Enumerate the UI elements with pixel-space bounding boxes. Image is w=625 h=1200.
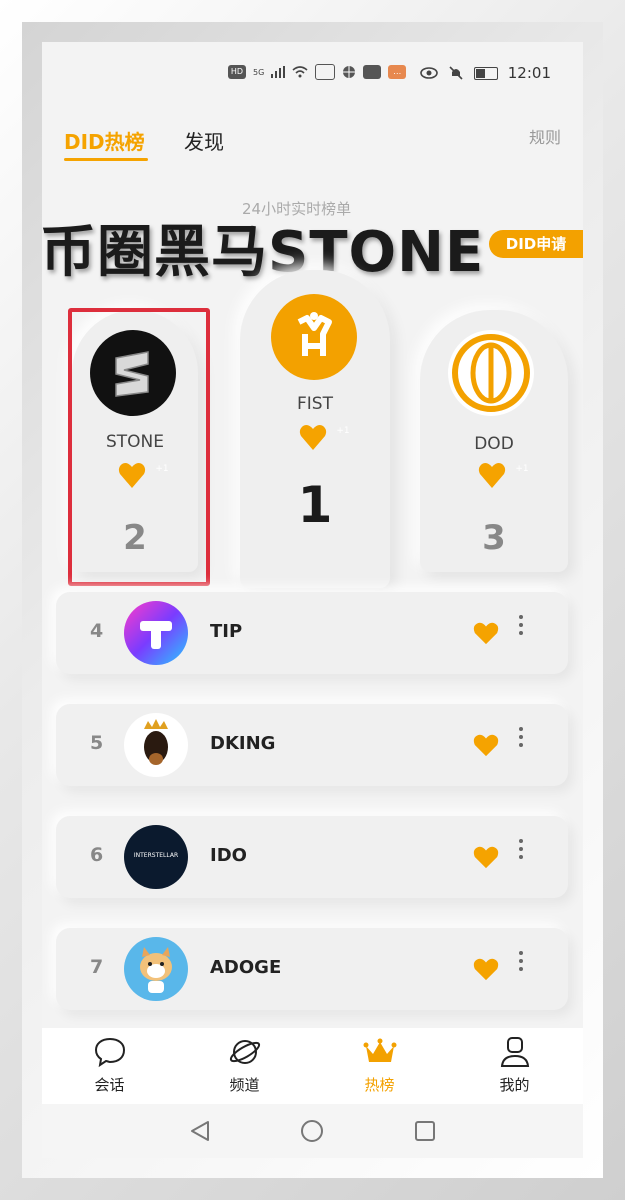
nav-hot[interactable]: 热榜 [312, 1028, 447, 1104]
nav-label: 会话 [94, 1076, 125, 1094]
more-options-icon[interactable] [518, 950, 524, 972]
row-rank: 7 [90, 956, 104, 978]
message-icon: … [388, 65, 407, 79]
row-name: ADOGE [210, 957, 282, 978]
eye-icon [419, 67, 438, 79]
podium-third[interactable]: DOD +1 3 [420, 310, 568, 572]
podium-rank: 1 [297, 476, 333, 534]
status-bar: HD 5G … 12:01 [42, 42, 583, 98]
recents-icon[interactable] [413, 1119, 437, 1143]
fist-avatar [271, 294, 357, 380]
system-nav-bar [42, 1104, 583, 1158]
list-item[interactable]: 4 TIP [56, 592, 568, 674]
vote-plus-label: +1 [336, 426, 350, 436]
dog-king-icon [144, 719, 168, 765]
battery-icon [473, 66, 498, 80]
podium-rank: 3 [482, 518, 506, 558]
nav-channel[interactable]: 频道 [177, 1028, 312, 1104]
ido-avatar: INTERSTELLAR [124, 825, 188, 889]
tab-discover[interactable]: 发现 [184, 126, 224, 155]
nav-chat[interactable]: 会话 [42, 1028, 177, 1104]
hd-icon: HD [228, 65, 246, 79]
nav-label: 热榜 [364, 1076, 395, 1094]
app-icon [315, 64, 336, 80]
tab-active-underline [64, 158, 148, 161]
basketball-icon [343, 66, 356, 78]
back-icon[interactable] [188, 1119, 212, 1143]
rules-link[interactable]: 规则 [529, 124, 561, 148]
tip-avatar [124, 601, 188, 665]
row-rank: 5 [90, 732, 104, 754]
row-rank: 4 [90, 620, 104, 642]
row-name: TIP [210, 621, 243, 642]
doge-icon [140, 947, 172, 993]
phone-screen: HD 5G … 12:01 DID热榜 发现 规则 24小时实时榜单 币圈黑马S… [42, 42, 583, 1158]
heart-icon[interactable]: +1 [298, 422, 350, 450]
podium-first[interactable]: FIST +1 1 [240, 270, 390, 588]
status-icons-right: 12:01 [419, 64, 551, 82]
tab-did-hot[interactable]: DID热榜 [64, 126, 145, 155]
vote-plus-label: +1 [515, 464, 529, 474]
heart-icon[interactable]: +1 [477, 460, 529, 488]
row-name: DKING [210, 733, 276, 754]
row-name: IDO [210, 845, 247, 866]
wifi-icon [292, 66, 308, 78]
highlight-annotation-box [68, 308, 210, 586]
podium-name: FIST [297, 394, 333, 414]
user-icon [500, 1037, 529, 1067]
list-item[interactable]: 7 ADOGE [56, 928, 568, 1010]
status-icons-left: HD 5G … [228, 64, 407, 80]
clock: 12:01 [507, 64, 551, 82]
planet-icon [229, 1040, 260, 1064]
bottom-nav: 会话 频道 热榜 我的 [42, 1028, 583, 1104]
heart-icon[interactable] [471, 956, 501, 982]
dking-avatar [124, 713, 188, 777]
fist-logo-icon [297, 312, 332, 356]
mute-icon [449, 66, 463, 80]
heart-icon[interactable] [471, 844, 501, 870]
signal-icon [271, 66, 286, 78]
nav-mine[interactable]: 我的 [447, 1028, 582, 1104]
tip-logo-icon [140, 621, 172, 649]
nav-label: 频道 [229, 1076, 260, 1094]
chat-bubble-icon [94, 1037, 125, 1068]
dod-logo-icon [452, 334, 530, 412]
nav-label: 我的 [499, 1076, 530, 1094]
podium-name: DOD [474, 434, 514, 454]
crown-icon [363, 1038, 396, 1062]
dod-avatar [448, 330, 534, 416]
list-item[interactable]: 6 INTERSTELLAR IDO [56, 816, 568, 898]
more-options-icon[interactable] [518, 726, 524, 748]
more-options-icon[interactable] [518, 838, 524, 860]
did-apply-button[interactable]: DID申请 [489, 230, 583, 258]
heart-icon[interactable] [471, 620, 501, 646]
home-icon[interactable] [299, 1118, 325, 1144]
app-icon [363, 65, 382, 79]
list-item[interactable]: 5 DKING [56, 704, 568, 786]
ido-avatar-text: INTERSTELLAR [133, 852, 179, 859]
5g-icon: 5G [253, 67, 265, 77]
heart-icon[interactable] [471, 732, 501, 758]
row-rank: 6 [90, 844, 104, 866]
more-options-icon[interactable] [518, 614, 524, 636]
adoge-avatar [124, 937, 188, 1001]
